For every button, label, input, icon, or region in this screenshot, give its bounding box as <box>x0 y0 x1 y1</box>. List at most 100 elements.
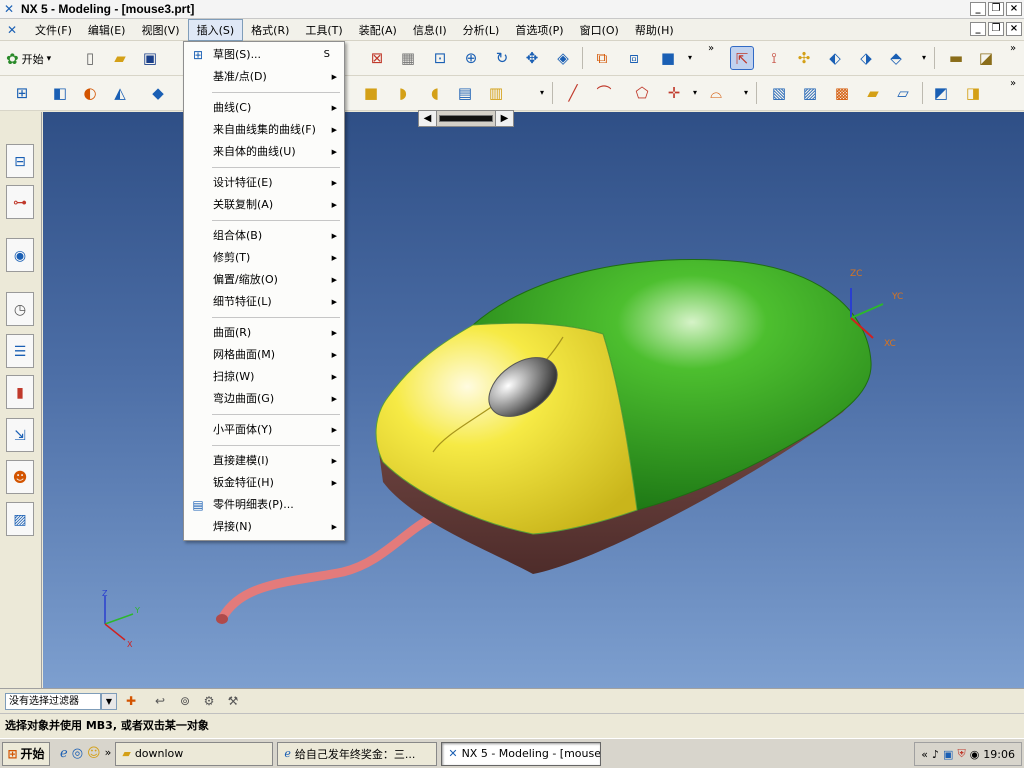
history-icon[interactable]: ◷ <box>6 292 34 326</box>
menu-assemblies[interactable]: 装配(A) <box>351 20 405 40</box>
system-materials-icon[interactable]: ▮ <box>6 375 34 409</box>
menu-item-trim[interactable]: 修剪(T) ▶ <box>184 247 344 269</box>
menu-item-mesh-surface[interactable]: 网格曲面(M) ▶ <box>184 344 344 366</box>
color-analysis-icon[interactable]: ◨ <box>961 81 985 105</box>
chevron-down-icon[interactable]: ▾ <box>744 88 748 97</box>
menu-edit[interactable]: 编辑(E) <box>80 20 134 40</box>
sweep-icon[interactable]: ◭ <box>108 81 132 105</box>
revolve-icon[interactable]: ◐ <box>78 81 102 105</box>
save-icon[interactable]: ▣ <box>138 46 162 70</box>
chevron-down-icon[interactable]: ▾ <box>922 53 926 62</box>
restore-button[interactable]: ❐ <box>988 2 1004 16</box>
taskbar-item-folder[interactable]: ▰ downlow <box>115 741 274 766</box>
menu-item-design-feature[interactable]: 设计特征(E) ▶ <box>184 172 344 194</box>
menu-item-surface[interactable]: 曲面(R) ▶ <box>184 322 344 344</box>
scroll-right-icon[interactable]: ▶ <box>495 111 513 126</box>
part-navigator-icon[interactable]: ⊶ <box>6 185 34 219</box>
studio-spline-icon[interactable]: ⬠ <box>630 81 654 105</box>
wcs-rotate-icon[interactable]: ⬖ <box>823 46 847 70</box>
speaker-icon[interactable]: ♪ <box>932 748 939 761</box>
box-select-icon[interactable]: ⊠ <box>365 46 389 70</box>
tray-expand-icon[interactable]: « <box>921 748 928 761</box>
web-browser-icon[interactable]: ◉ <box>6 238 34 272</box>
menu-view[interactable]: 视图(V) <box>133 20 187 40</box>
arc-icon[interactable]: ⌒ <box>592 81 616 105</box>
lasso-icon[interactable]: ⊚ <box>175 693 195 710</box>
fit-icon[interactable]: ⊡ <box>428 46 452 70</box>
quick-launch-overflow-icon[interactable]: » <box>105 746 112 761</box>
roles-icon[interactable]: ☻ <box>6 460 34 494</box>
undo-icon[interactable]: ↩ <box>150 693 170 710</box>
menu-format[interactable]: 格式(R) <box>243 20 297 40</box>
wcs-origin-icon[interactable]: ⟟ <box>762 46 786 70</box>
security-icon[interactable]: ⛨ <box>957 747 965 761</box>
doc-close-button[interactable]: × <box>1006 22 1022 36</box>
taskbar-item-browser[interactable]: ℯ 给自己发年终奖金：三... <box>277 741 438 766</box>
os-start-button[interactable]: ⊞ 开始 <box>2 741 50 766</box>
system-scenes-icon[interactable]: ▨ <box>6 502 34 536</box>
menu-item-curve-from-bodies[interactable]: 来自体的曲线(U) ▶ <box>184 141 344 163</box>
select-bodies-icon[interactable]: ⚒ <box>223 693 243 710</box>
select-snap-icon[interactable]: ✚ <box>121 693 141 710</box>
measure-icon[interactable]: ◪ <box>974 46 998 70</box>
nx-menu-icon[interactable]: ✕ <box>3 22 21 38</box>
layer-icon[interactable]: ⧉ <box>590 46 614 70</box>
pan-icon[interactable]: ✥ <box>520 46 544 70</box>
doc-minimize-button[interactable]: _ <box>970 22 986 36</box>
n-sided-surface-icon[interactable]: ▱ <box>891 81 915 105</box>
chevron-down-icon[interactable]: ▾ <box>688 53 692 62</box>
extrude-icon[interactable]: ◧ <box>48 81 72 105</box>
open-folder-icon[interactable]: ▰ <box>108 46 132 70</box>
chevron-down-icon[interactable]: ▾ <box>540 88 544 97</box>
wcs-icon[interactable]: ⇱ <box>730 46 754 70</box>
bridge-curve-icon[interactable]: ⌓ <box>704 81 728 105</box>
shell-icon[interactable]: ▤ <box>453 81 477 105</box>
sketch-icon[interactable]: ⊞ <box>10 81 34 105</box>
blend-icon[interactable]: ◗ <box>391 81 415 105</box>
minimize-button[interactable]: _ <box>970 2 986 16</box>
start-button[interactable]: ✿ 开始 ▾ <box>6 48 51 70</box>
qq-icon[interactable]: ☺ <box>87 746 101 761</box>
rotate-icon[interactable]: ↻ <box>490 46 514 70</box>
ie-icon[interactable]: ℯ <box>60 746 68 761</box>
new-file-icon[interactable]: ▯ <box>78 46 102 70</box>
menu-item-flange-surface[interactable]: 弯边曲面(G) ▶ <box>184 388 344 410</box>
through-curves-icon[interactable]: ▧ <box>767 81 791 105</box>
point-icon[interactable]: ✛ <box>662 81 686 105</box>
menu-tools[interactable]: 工具(T) <box>297 20 350 40</box>
taskbar-item-nx[interactable]: ✕ NX 5 - Modeling - [mouse... <box>441 741 602 766</box>
select-features-icon[interactable]: ⚙ <box>199 693 219 710</box>
view-orient-icon[interactable]: ◈ <box>551 46 575 70</box>
swept-icon[interactable]: ▩ <box>830 81 854 105</box>
type-filter-select[interactable]: 没有选择过滤器 <box>5 693 101 710</box>
menu-preferences[interactable]: 首选项(P) <box>507 20 571 40</box>
menu-item-facet-body[interactable]: 小平面体(Y) ▶ <box>184 419 344 441</box>
layer-settings-icon[interactable]: ⧈ <box>622 46 646 70</box>
menu-item-combine[interactable]: 组合体(B) ▶ <box>184 225 344 247</box>
chevron-down-icon[interactable]: ▾ <box>693 88 697 97</box>
menu-item-curve[interactable]: 曲线(C) ▶ <box>184 97 344 119</box>
menu-analysis[interactable]: 分析(L) <box>455 20 508 40</box>
block-icon[interactable]: ■ <box>359 81 383 105</box>
edge-blend-icon[interactable]: ◆ <box>146 81 170 105</box>
menu-item-offset-scale[interactable]: 偏置/缩放(O) ▶ <box>184 269 344 291</box>
wcs-display-icon[interactable]: ⬘ <box>884 46 908 70</box>
chevron-down-icon[interactable]: ▼ <box>101 693 117 710</box>
zoom-icon[interactable]: ⊕ <box>459 46 483 70</box>
menu-item-parts-list[interactable]: ▤ 零件明细表(P)... <box>184 494 344 516</box>
menu-item-associative-copy[interactable]: 关联复制(A) ▶ <box>184 194 344 216</box>
assembly-navigator-icon[interactable]: ⊟ <box>6 144 34 178</box>
menu-item-curve-from-curves[interactable]: 来自曲线集的曲线(F) ▶ <box>184 119 344 141</box>
overflow-chevron-icon[interactable]: » <box>1010 43 1016 54</box>
menu-item-sheet-metal[interactable]: 钣金特征(H) ▶ <box>184 472 344 494</box>
menu-item-datum-point[interactable]: 基准/点(D) ▶ <box>184 66 344 88</box>
doc-restore-button[interactable]: ❐ <box>988 22 1004 36</box>
menu-information[interactable]: 信息(I) <box>405 20 455 40</box>
menu-help[interactable]: 帮助(H) <box>627 20 682 40</box>
menu-item-weld[interactable]: 焊接(N) ▶ <box>184 516 344 538</box>
menu-window[interactable]: 窗口(O) <box>572 20 627 40</box>
process-studio-icon[interactable]: ⇲ <box>6 418 34 452</box>
network-icon[interactable]: ▣ <box>943 748 953 761</box>
menu-insert[interactable]: 插入(S) <box>187 18 244 41</box>
overflow-chevron-icon[interactable]: » <box>708 43 714 54</box>
